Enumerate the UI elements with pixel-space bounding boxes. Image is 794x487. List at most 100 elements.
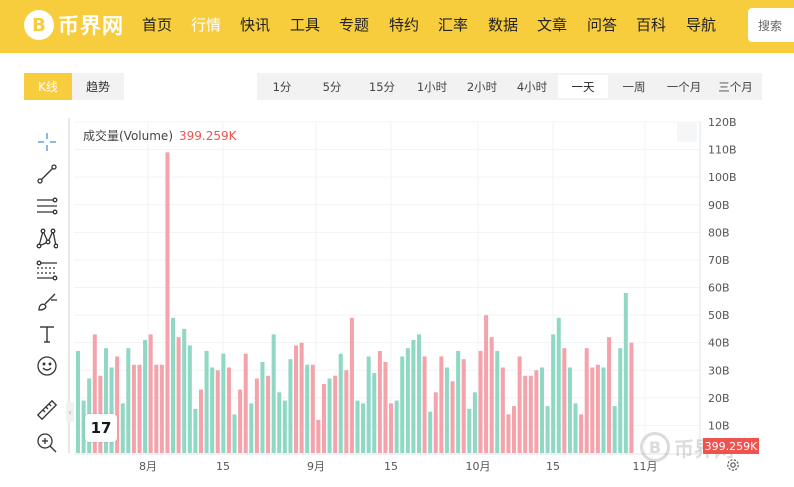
volume-bar <box>450 381 455 453</box>
volume-bar <box>210 367 215 453</box>
volume-bar <box>232 414 237 453</box>
y-tick-label: 50B <box>708 309 730 322</box>
x-tick-label: 15 <box>384 460 398 473</box>
volume-bar <box>282 400 287 453</box>
y-tick-label: 60B <box>708 282 730 295</box>
volume-bar <box>238 389 243 453</box>
y-tick-label: 100B <box>708 171 737 184</box>
volume-bar <box>551 334 556 453</box>
volume-bar <box>327 378 332 453</box>
volume-bar <box>338 353 343 453</box>
y-tick-label: 90B <box>708 199 730 212</box>
volume-bar <box>171 317 176 453</box>
x-tick-label: 9月 <box>307 460 325 473</box>
volume-bar <box>534 370 539 453</box>
volume-bar <box>512 406 517 453</box>
volume-bar <box>612 406 617 453</box>
volume-bar <box>271 334 276 453</box>
volume-bar <box>517 356 522 453</box>
volume-bar <box>595 364 600 453</box>
volume-bar <box>305 364 310 453</box>
volume-bar <box>601 367 606 453</box>
x-tick-label: 8月 <box>139 460 157 473</box>
volume-bar <box>372 373 377 453</box>
volume-bar <box>584 348 589 453</box>
volume-bar <box>607 337 612 453</box>
volume-bar <box>254 378 259 453</box>
volume-bar <box>467 408 472 453</box>
x-tick-label: 15 <box>216 460 230 473</box>
volume-chart: 10B 20B 30B 40B 50B 60B 70B 80B 90B 100B 110B 120B 8… <box>0 0 794 487</box>
volume-bar <box>355 400 360 453</box>
volume-bar <box>523 375 528 453</box>
volume-bar <box>629 342 634 453</box>
y-tick-label: 70B <box>708 254 730 267</box>
x-tick-label: 10月 <box>466 460 491 473</box>
volume-bar <box>76 350 81 453</box>
volume-bar <box>243 353 248 453</box>
volume-bar <box>556 317 561 453</box>
volume-bar <box>126 348 131 453</box>
x-tick-label: 15 <box>546 460 560 473</box>
volume-bar <box>187 345 192 453</box>
volume-bar <box>137 364 142 453</box>
volume-bar <box>182 328 187 453</box>
volume-bar <box>416 334 422 453</box>
volume-bar <box>277 392 282 453</box>
volume-bar <box>204 350 209 453</box>
volume-bar <box>400 356 405 453</box>
volume-bar <box>411 339 416 453</box>
volume-bar <box>361 403 366 453</box>
y-tick-label: 40B <box>708 337 730 350</box>
volume-bar <box>472 392 477 453</box>
volume-bar <box>333 375 338 453</box>
volume-bar <box>288 359 293 453</box>
volume-bar <box>478 350 483 453</box>
volume-bar <box>383 361 388 453</box>
volume-bar <box>344 370 349 453</box>
chart-settings-gear-icon[interactable] <box>726 458 740 472</box>
volume-bar <box>389 403 394 453</box>
volume-bar <box>618 348 623 453</box>
volume-bar <box>316 419 321 453</box>
y-tick-label: 10B <box>708 419 730 432</box>
volume-bar <box>260 361 265 453</box>
volume-bar <box>562 348 567 453</box>
volume-bar <box>495 350 500 453</box>
volume-bar <box>176 337 181 453</box>
volume-bar <box>422 356 427 453</box>
volume-bar <box>567 367 572 453</box>
volume-bar <box>456 350 461 453</box>
volume-bar <box>299 342 304 453</box>
volume-bar <box>590 367 595 453</box>
volume-bar <box>193 408 198 453</box>
volume-bar <box>131 364 136 453</box>
volume-bar <box>579 414 584 453</box>
volume-bar <box>545 406 550 453</box>
volume-bar <box>461 359 466 453</box>
volume-bar <box>405 348 410 453</box>
tradingview-logo[interactable]: 17 <box>85 414 117 442</box>
volume-bar <box>439 356 444 453</box>
volume-bar <box>500 367 505 453</box>
legend-label: 成交量(Volume) <box>83 129 173 143</box>
volume-bar <box>444 367 449 453</box>
chart-corner-button[interactable] <box>677 122 697 142</box>
volume-bar <box>349 317 354 453</box>
volume-bar <box>528 375 533 453</box>
volume-bar <box>394 400 399 453</box>
volume-bar <box>226 367 231 453</box>
volume-bar <box>428 411 433 453</box>
chart-canvas[interactable]: 10B 20B 30B 40B 50B 60B 70B 80B 90B 100B 110B 120B 8… <box>0 0 794 487</box>
volume-bar <box>198 389 204 453</box>
volume-bar <box>366 356 371 453</box>
volume-bar <box>120 403 125 453</box>
last-value-badge: 399.259K <box>703 438 759 454</box>
volume-bar <box>154 364 159 453</box>
volume-bar <box>377 350 382 453</box>
chart-legend: 成交量(Volume) 399.259K <box>83 127 237 144</box>
volume-bar <box>159 364 164 453</box>
volume-bar <box>165 152 170 453</box>
legend-value: 399.259K <box>179 129 237 143</box>
volume-bar <box>433 392 438 453</box>
